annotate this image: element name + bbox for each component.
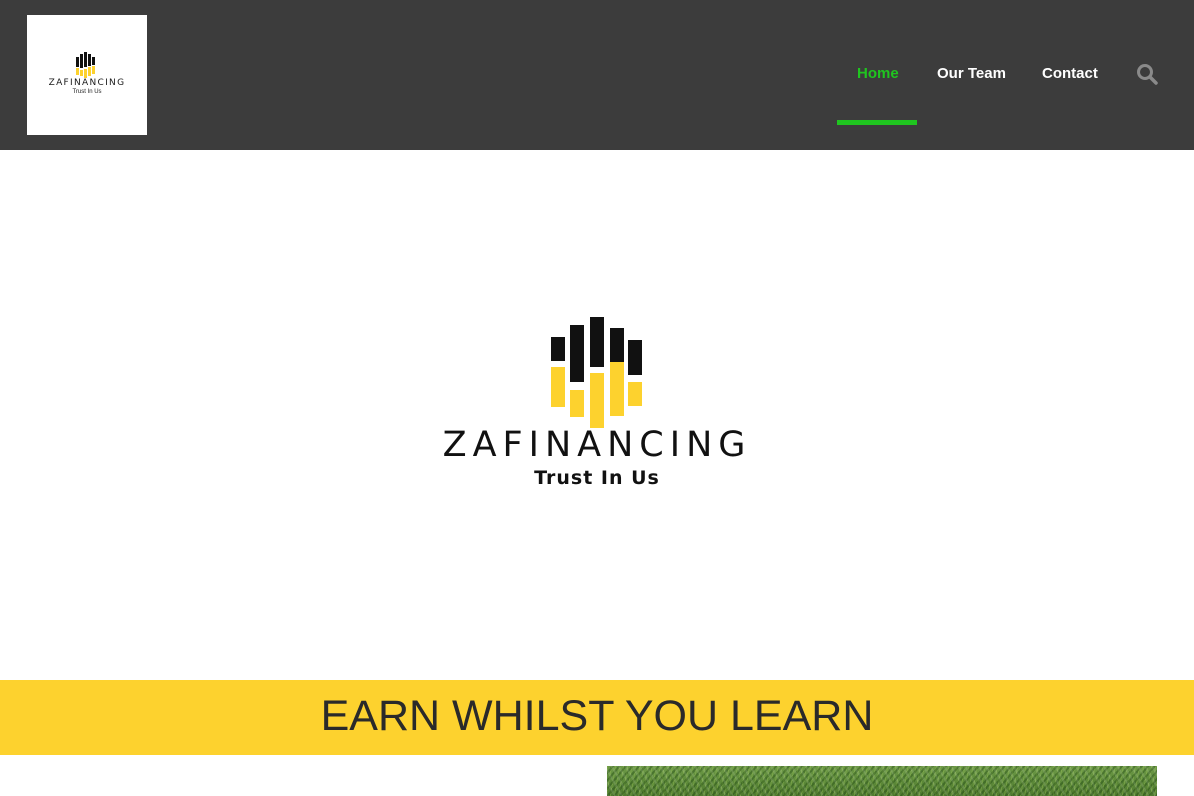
search-icon[interactable]	[1136, 63, 1158, 85]
logo-bars-icon	[76, 52, 95, 78]
logo-wordmark: ZAFINANCING	[48, 78, 126, 88]
promo-banner: EARN WHILST YOU LEARN	[0, 680, 1194, 755]
header-logo[interactable]: ZAFINANCING Trust In Us	[27, 15, 147, 135]
grass-image	[607, 766, 1157, 796]
nav-item-contact[interactable]: Contact	[1042, 65, 1098, 82]
nav-active-indicator	[837, 120, 917, 125]
logo-tagline: Trust In Us	[72, 89, 102, 95]
hero-logo-bars-icon	[551, 317, 642, 428]
nav-item-home[interactable]: Home	[857, 65, 899, 82]
site-header: ZAFINANCING Trust In Us Home Our Team Co…	[0, 0, 1194, 150]
hero-wordmark: ZAFINANCING	[442, 425, 752, 465]
nav-item-our-team[interactable]: Our Team	[937, 65, 1006, 82]
banner-heading: EARN WHILST YOU LEARN	[320, 692, 874, 740]
hero-tagline: Trust In Us	[534, 467, 660, 489]
